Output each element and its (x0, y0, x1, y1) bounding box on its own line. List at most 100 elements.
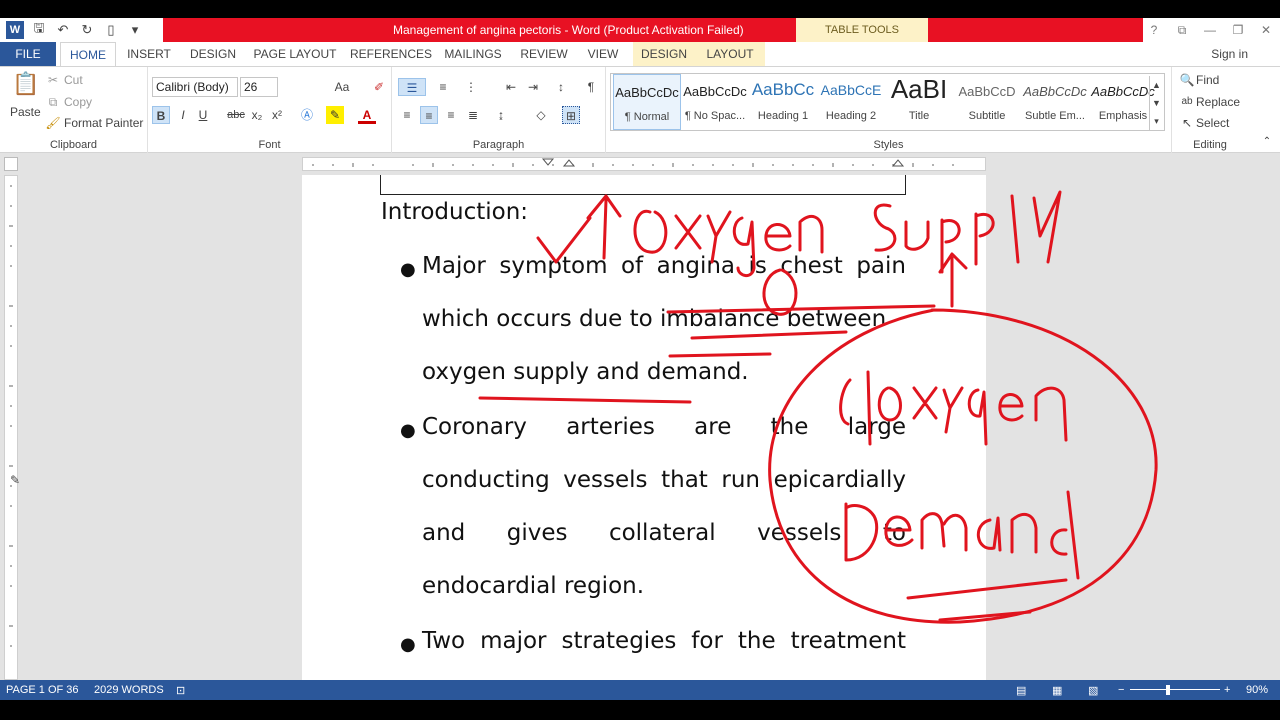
style-subtitle[interactable]: AaBbCcD Subtitle (953, 74, 1021, 130)
tab-design[interactable]: DESIGN (186, 42, 240, 66)
replace-button[interactable]: Replace (1196, 95, 1240, 109)
quick-access-toolbar: W 🖫 ↶ ↻ ▯ ▾ (0, 18, 144, 42)
word: the (770, 414, 809, 440)
redo-icon[interactable]: ↻ (78, 22, 96, 38)
line-spacing-icon[interactable]: ↨ (492, 106, 510, 124)
tab-insert[interactable]: INSERT (124, 42, 174, 66)
doc-line-8: Two major strategies for the treatment (422, 628, 906, 654)
tab-references[interactable]: REFERENCES (350, 42, 432, 66)
zoom-level[interactable]: 90% (1246, 684, 1268, 696)
tab-page-layout[interactable]: PAGE LAYOUT (252, 42, 338, 66)
show-formatting-icon[interactable]: ¶ (582, 78, 600, 96)
tab-review[interactable]: REVIEW (516, 42, 572, 66)
sort-icon[interactable]: ↕ (552, 78, 570, 96)
strikethrough-button[interactable]: abc (226, 106, 246, 124)
increase-indent-icon[interactable]: ⇥ (524, 78, 542, 96)
find-button[interactable]: Find (1196, 73, 1219, 87)
restore-icon[interactable]: ❐ (1224, 18, 1252, 42)
zoom-slider-thumb[interactable] (1166, 685, 1170, 695)
multilevel-list-icon[interactable]: ⋮ (462, 78, 480, 96)
word: Two (422, 628, 466, 654)
read-mode-icon[interactable]: ▤ (1016, 684, 1026, 697)
horizontal-ruler[interactable] (302, 157, 986, 171)
styles-more-icon[interactable]: ▾ (1149, 112, 1163, 130)
minimize-icon[interactable]: — (1196, 18, 1224, 42)
vertical-ruler[interactable] (4, 175, 18, 680)
tab-file[interactable]: FILE (0, 42, 56, 66)
bullets-icon[interactable]: ☰ (398, 78, 426, 96)
copy-button[interactable]: Copy (64, 95, 92, 109)
page-count[interactable]: PAGE 1 OF 36 (6, 684, 79, 696)
help-icon[interactable]: ? (1140, 18, 1168, 42)
tab-home[interactable]: HOME (60, 42, 116, 66)
italic-button[interactable]: I (174, 106, 192, 124)
tab-table-design[interactable]: DESIGN (633, 42, 695, 66)
style-title[interactable]: AaBI Title (885, 74, 953, 130)
align-left-icon[interactable]: ≡ (398, 106, 416, 124)
print-layout-icon[interactable]: ▦ (1052, 684, 1062, 697)
style-normal[interactable]: AaBbCcDc ¶ Normal (613, 74, 681, 130)
word: collateral (608, 520, 716, 546)
web-layout-icon[interactable]: ▧ (1088, 684, 1098, 697)
copy-icon[interactable]: ⧉ (44, 93, 62, 111)
paste-icon[interactable]: 📋 (12, 73, 39, 103)
customize-qat-icon[interactable]: ▾ (126, 22, 144, 38)
styles-scroll-up-icon[interactable]: ▲ (1149, 76, 1163, 94)
ribbon-display-icon[interactable]: ⧉ (1168, 18, 1196, 42)
grow-font-icon[interactable]: Aa (330, 78, 354, 96)
word-count[interactable]: 2029 WORDS (94, 684, 164, 696)
justify-icon[interactable]: ≣ (464, 106, 482, 124)
select-button[interactable]: Select (1196, 116, 1229, 130)
font-color-button[interactable]: A (358, 106, 376, 124)
paste-button[interactable]: Paste (10, 105, 41, 119)
bold-button[interactable]: B (152, 106, 170, 124)
doc-line-5: conducting vessels that run epicardially (422, 467, 906, 493)
text-effects-icon[interactable]: Ⓐ (298, 106, 316, 124)
save-icon[interactable]: 🖫 (30, 19, 48, 41)
shading-icon[interactable]: ◇ (532, 106, 550, 124)
status-bar: PAGE 1 OF 36 2029 WORDS ⊡ ▤ ▦ ▧ − + 90% (0, 680, 1280, 700)
subscript-button[interactable]: x₂ (248, 106, 266, 124)
clear-formatting-icon[interactable]: ✐ (370, 78, 388, 96)
zoom-out-icon[interactable]: − (1118, 684, 1124, 696)
replace-icon[interactable]: ab (1178, 93, 1196, 111)
document-page[interactable]: Introduction: ● Major symptom of angina … (302, 175, 986, 680)
editing-group: 🔍 Find ab Replace ↖ Select Editing (1172, 67, 1248, 153)
underline-button[interactable]: U (194, 106, 212, 124)
cut-button[interactable]: Cut (64, 73, 83, 87)
numbering-icon[interactable]: ≡ (434, 78, 452, 96)
tab-view[interactable]: VIEW (584, 42, 622, 66)
collapse-ribbon-icon[interactable]: ⌃ (1258, 133, 1276, 151)
proofing-icon[interactable]: ⊡ (176, 684, 185, 697)
sign-in-link[interactable]: Sign in (1211, 47, 1248, 61)
font-size-combo[interactable]: 26 (240, 77, 278, 97)
close-icon[interactable]: ✕ (1252, 18, 1280, 42)
format-painter-icon[interactable]: 🖌 (44, 114, 62, 132)
styles-scroll-down-icon[interactable]: ▼ (1149, 94, 1163, 112)
table-cell-border[interactable] (380, 175, 906, 195)
zoom-slider[interactable] (1130, 689, 1220, 690)
style-heading-1[interactable]: AaBbCc Heading 1 (749, 74, 817, 130)
zoom-in-icon[interactable]: + (1224, 684, 1230, 696)
align-right-icon[interactable]: ≡ (442, 106, 460, 124)
decrease-indent-icon[interactable]: ⇤ (502, 78, 520, 96)
borders-icon[interactable]: ⊞ (562, 106, 580, 124)
style-heading-2[interactable]: AaBbCcE Heading 2 (817, 74, 885, 130)
style-subtle-emphasis[interactable]: AaBbCcDc Subtle Em... (1021, 74, 1089, 130)
tab-table-layout[interactable]: LAYOUT (695, 42, 765, 66)
tab-mailings[interactable]: MAILINGS (442, 42, 504, 66)
superscript-button[interactable]: x² (268, 106, 286, 124)
style-no-spacing[interactable]: AaBbCcDc ¶ No Spac... (681, 74, 749, 130)
highlight-icon[interactable]: ✎ (326, 106, 344, 124)
undo-icon[interactable]: ↶ (54, 22, 72, 38)
cut-icon[interactable]: ✂ (44, 71, 62, 89)
format-painter-button[interactable]: Format Painter (64, 116, 143, 130)
tab-selector[interactable] (4, 157, 18, 171)
find-icon[interactable]: 🔍 (1178, 71, 1196, 89)
align-center-icon[interactable]: ≡ (420, 106, 438, 124)
select-icon[interactable]: ↖ (1178, 114, 1196, 132)
new-document-icon[interactable]: ▯ (102, 22, 120, 38)
word: are (694, 414, 732, 440)
style-emphasis[interactable]: AaBbCcDc Emphasis (1089, 74, 1157, 130)
font-name-combo[interactable]: Calibri (Body) (152, 77, 238, 97)
